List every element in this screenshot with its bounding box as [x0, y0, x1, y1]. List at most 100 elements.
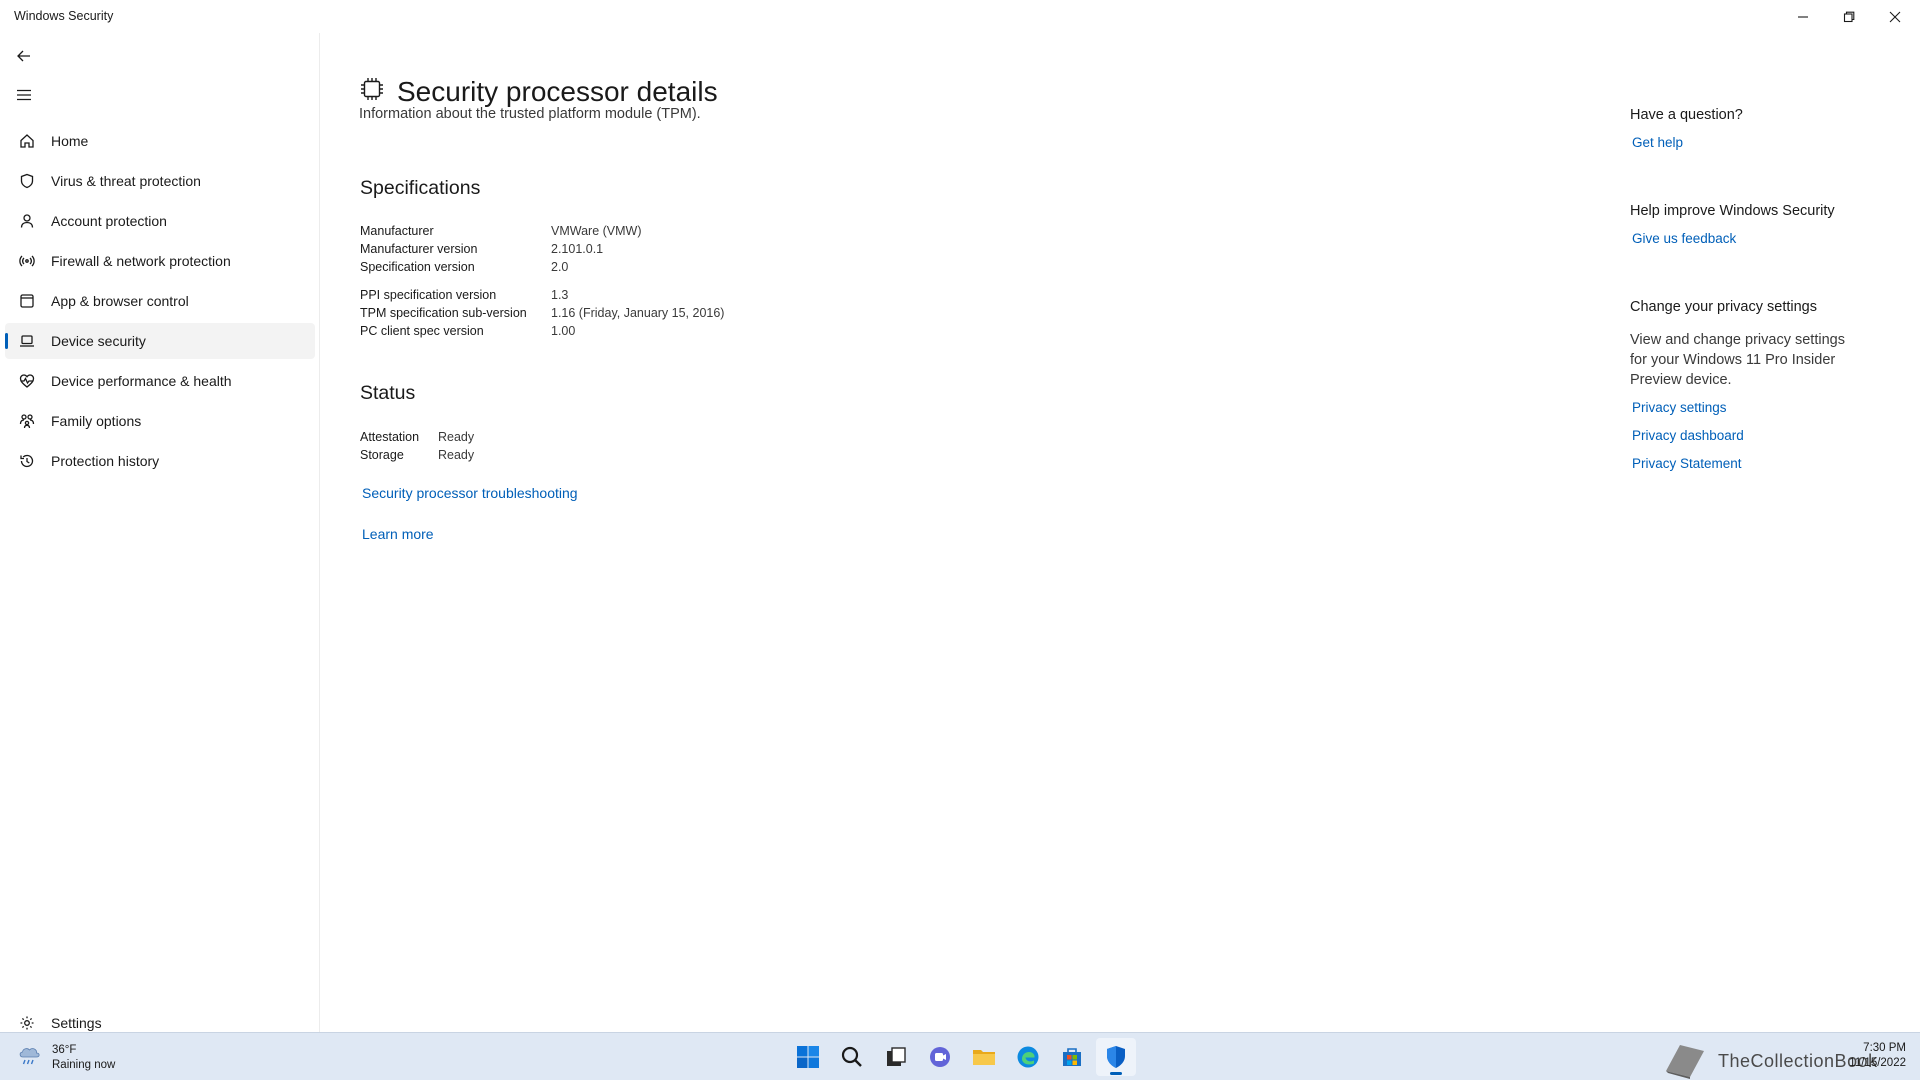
spec-key: Specification version — [360, 260, 475, 274]
status-key: Storage — [360, 448, 404, 462]
sidebar-item-label: Device performance & health — [51, 373, 232, 389]
person-icon — [20, 214, 34, 228]
weather-widget[interactable]: 36°F Raining now — [16, 1041, 115, 1074]
start-button[interactable] — [788, 1038, 828, 1076]
weather-text: 36°F Raining now — [52, 1043, 115, 1073]
wifi-antenna-icon — [19, 255, 35, 267]
taskbar: 36°F Raining now TheCollectionBook 7:30 … — [0, 1032, 1920, 1080]
sidebar-item-account[interactable]: Account protection — [5, 203, 315, 239]
gear-icon — [20, 1016, 34, 1030]
feedback-link[interactable]: Give us feedback — [1632, 231, 1736, 246]
sidebar-item-virus-threat[interactable]: Virus & threat protection — [5, 163, 315, 199]
spec-row: PC client spec version 1.00 — [360, 322, 724, 340]
spec-gap — [360, 276, 724, 286]
taskbar-apps — [788, 1038, 1140, 1076]
sidebar-item-label: Device security — [51, 333, 146, 349]
window-title: Windows Security — [14, 9, 114, 23]
close-button[interactable] — [1872, 0, 1918, 33]
spec-value: 2.101.0.1 — [551, 242, 604, 256]
spec-value: 2.0 — [551, 260, 569, 274]
sidebar-item-label: Protection history — [51, 453, 160, 469]
task-view-icon — [887, 1047, 906, 1066]
start-icon — [797, 1046, 819, 1068]
get-help-link[interactable]: Get help — [1632, 135, 1683, 150]
minimize-button[interactable] — [1780, 0, 1826, 33]
specifications-heading: Specifications — [360, 177, 481, 199]
sidebar-item-device-security[interactable]: Device security — [5, 323, 315, 359]
spec-row: Specification version 2.0 — [360, 258, 724, 276]
restore-button[interactable] — [1826, 0, 1872, 33]
page-title: Security processor details — [397, 75, 718, 107]
windows-security-icon — [1107, 1046, 1125, 1068]
status-heading: Status — [360, 382, 416, 404]
spec-key: Manufacturer — [360, 224, 434, 238]
home-icon — [20, 134, 34, 148]
sidebar-item-app-browser[interactable]: App & browser control — [5, 283, 315, 319]
status-value: Ready — [438, 430, 475, 444]
weather-temperature: 36°F — [52, 1043, 77, 1056]
improve-heading: Help improve Windows Security — [1630, 203, 1835, 219]
status-value: Ready — [438, 448, 475, 462]
status-key: Attestation — [360, 430, 420, 444]
page-description: Information about the trusted platform m… — [359, 106, 701, 122]
laptop-icon — [20, 335, 34, 347]
app-window-icon — [20, 294, 34, 308]
spec-row: TPM specification sub-version 1.16 (Frid… — [360, 304, 724, 322]
rain-cloud-icon — [16, 1041, 44, 1074]
sidebar-item-home[interactable]: Home — [5, 123, 315, 159]
hamburger-menu-icon — [17, 89, 31, 101]
sidebar-item-label: App & browser control — [51, 293, 189, 309]
menu-button[interactable] — [10, 81, 38, 109]
privacy-heading: Change your privacy settings — [1630, 299, 1817, 315]
sidebar-item-label: Settings — [51, 1015, 102, 1031]
sidebar-item-family[interactable]: Family options — [5, 403, 315, 439]
sidebar: Home Virus & threat protection Account p… — [0, 33, 320, 1032]
status-table: Attestation Ready Storage Ready — [360, 428, 474, 464]
file-explorer-icon — [973, 1050, 995, 1065]
edge-icon — [1017, 1046, 1039, 1068]
troubleshooting-link[interactable]: Security processor troubleshooting — [362, 485, 578, 501]
store-button[interactable] — [1052, 1038, 1092, 1076]
spec-value: 1.3 — [551, 288, 569, 302]
file-explorer-button[interactable] — [964, 1038, 1004, 1076]
task-view-button[interactable] — [876, 1038, 916, 1076]
spec-value: 1.16 (Friday, January 15, 2016) — [551, 306, 725, 320]
sidebar-item-label: Family options — [51, 413, 142, 429]
sidebar-item-firewall[interactable]: Firewall & network protection — [5, 243, 315, 279]
spec-value: VMWare (VMW) — [551, 224, 642, 238]
sidebar-item-history[interactable]: Protection history — [5, 443, 315, 479]
teams-chat-icon — [930, 1047, 950, 1067]
taskbar-search-button[interactable] — [832, 1038, 872, 1076]
privacy-dashboard-link[interactable]: Privacy dashboard — [1632, 428, 1744, 443]
chat-button[interactable] — [920, 1038, 960, 1076]
spec-row: Manufacturer version 2.101.0.1 — [360, 240, 724, 258]
clock-time: 7:30 PM — [1863, 1042, 1906, 1054]
weather-description: Raining now — [52, 1058, 116, 1071]
back-button[interactable] — [10, 42, 38, 70]
spec-value: 1.00 — [551, 324, 576, 338]
title-bar: Windows Security — [0, 0, 1920, 33]
main-content: Security processor details Information a… — [321, 33, 1920, 1032]
spec-key: TPM specification sub-version — [360, 306, 527, 320]
sidebar-item-label: Home — [51, 133, 89, 149]
spec-key: PPI specification version — [360, 288, 497, 302]
spec-key: Manufacturer version — [360, 242, 478, 256]
clock-date: 11/15/2022 — [1849, 1057, 1906, 1069]
spec-row: PPI specification version 1.3 — [360, 286, 724, 304]
search-icon — [841, 1046, 862, 1067]
sidebar-item-label: Firewall & network protection — [51, 253, 231, 269]
sidebar-item-label: Virus & threat protection — [51, 173, 201, 189]
history-icon — [20, 454, 34, 468]
privacy-statement-link[interactable]: Privacy Statement — [1632, 456, 1742, 471]
clock[interactable]: 7:30 PM 11/15/2022 — [1849, 1041, 1906, 1071]
windows-security-button[interactable] — [1096, 1038, 1136, 1076]
store-icon — [1063, 1048, 1081, 1066]
restore-icon — [1843, 11, 1855, 22]
specifications-table: Manufacturer VMWare (VMW) Manufacturer v… — [360, 222, 724, 340]
close-icon — [1889, 11, 1901, 22]
privacy-settings-link[interactable]: Privacy settings — [1632, 400, 1727, 415]
edge-button[interactable] — [1008, 1038, 1048, 1076]
learn-more-link[interactable]: Learn more — [362, 526, 434, 542]
sidebar-item-device-performance[interactable]: Device performance & health — [5, 363, 315, 399]
minimize-icon — [1798, 15, 1808, 18]
